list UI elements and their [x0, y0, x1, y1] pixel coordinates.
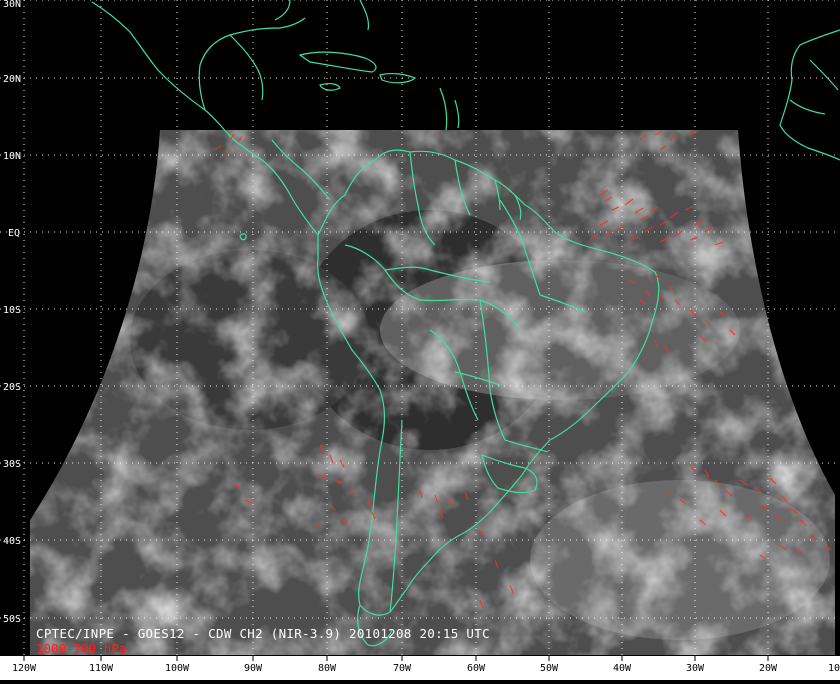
lon-label: 80W: [318, 663, 337, 674]
lat-label: 20S: [3, 382, 21, 393]
lon-label: 20W: [759, 663, 778, 674]
image-caption: CPTEC/INPE - GOES12 - CDW CH2 (NIR-3.9) …: [36, 626, 490, 641]
lon-label: 120W: [12, 663, 37, 674]
lon-label: 70W: [393, 663, 412, 674]
lon-label: 50W: [540, 663, 559, 674]
lat-label: 50S: [3, 614, 21, 625]
lat-label: 30S: [3, 459, 21, 470]
satellite-image: [30, 130, 835, 655]
satellite-map: 30N 20N 10N EQ 10S 20S 30S 40S 50S: [0, 0, 840, 680]
lat-label: 20N: [3, 74, 21, 85]
lon-label: 100W: [165, 663, 190, 674]
lon-label: 10: [828, 663, 840, 674]
lat-label: 40S: [3, 536, 21, 547]
lon-label: 90W: [244, 663, 263, 674]
lat-label: 30N: [3, 0, 21, 10]
lon-label: 40W: [613, 663, 632, 674]
lon-label: 110W: [89, 663, 114, 674]
lon-label: 30W: [686, 663, 705, 674]
lat-label: 10S: [3, 305, 21, 316]
longitude-axis: 120W 110W 100W 90W 80W 70W 60W 50W 40W 3…: [0, 656, 840, 680]
lat-label: EQ: [8, 228, 20, 239]
latitude-labels: 30N 20N 10N EQ 10S 20S 30S 40S 50S: [3, 0, 21, 625]
pressure-level-label: 1000-700 hPa: [36, 641, 127, 656]
lon-label: 60W: [467, 663, 486, 674]
lat-label: 10N: [3, 151, 21, 162]
